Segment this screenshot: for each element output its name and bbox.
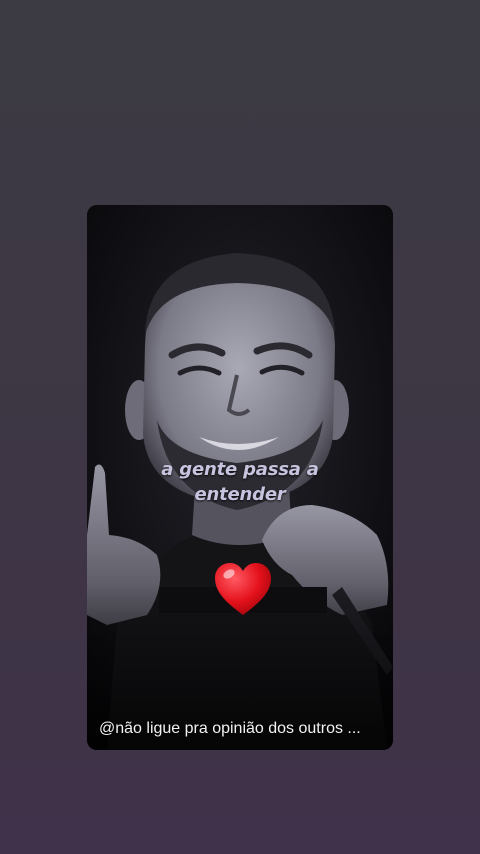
- red-heart-icon: [212, 559, 274, 621]
- footer-caption[interactable]: @não ligue pra opinião dos outros ...: [99, 720, 383, 738]
- story-card[interactable]: a gente passa a entender @não ligue pra …: [87, 205, 393, 750]
- caption-line-2: entender: [194, 484, 286, 505]
- caption-line-1: a gente passa a: [161, 459, 319, 480]
- story-caption: a gente passa a entender: [87, 457, 393, 507]
